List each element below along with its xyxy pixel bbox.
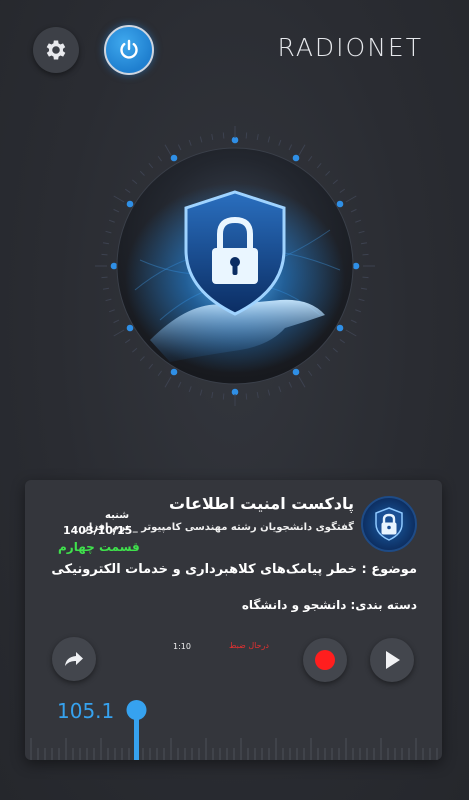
dial-tick [105,298,112,302]
dial-tick [113,208,120,213]
dial-tick [298,144,306,156]
power-icon [120,39,138,59]
dial-tick [345,195,357,203]
dial-tick [124,188,131,193]
shield-lock-hand-illustration [95,126,375,406]
dial-tick [102,287,110,290]
dial-tick [325,170,331,176]
dial-tick [350,208,357,213]
dial-tick [188,386,192,393]
dial-tick [360,287,368,290]
record-status: درحال ضبط [229,641,269,650]
dial-tick [113,195,125,203]
play-icon [386,651,400,669]
settings-button[interactable] [33,27,79,73]
dial-tick [345,329,357,337]
dial-tick [132,347,138,353]
app-root: RADIONET پادکست امنیت اطلاعات گفتگوی دان… [0,0,469,800]
dial-tick [199,136,203,143]
dial-tick [362,253,369,256]
dial-tick [199,389,203,396]
dial-tick [157,155,162,162]
dial-tick [355,219,362,223]
dial-tick [245,132,248,139]
dial-tick [278,139,282,146]
dial-tick [105,230,112,234]
dial-tick [245,393,248,400]
power-button[interactable] [104,25,154,75]
record-icon [315,650,335,670]
dial-tick [177,144,182,151]
dial-tick [139,170,145,176]
dial-tick [164,144,172,156]
dial-tick [350,319,357,324]
dial-tick [358,230,365,234]
dial-tick [124,339,131,344]
dial-tick [188,139,192,146]
dial-tick [148,163,154,169]
dial-tick [256,133,259,141]
dial-tick [316,163,322,169]
dial-tick [108,309,115,313]
dial-tick [211,391,214,399]
dial-tick [278,386,282,393]
dial-tick [101,276,108,279]
dial-tick [325,356,331,362]
podcast-date: 1403/10/15 [63,524,133,537]
dial-tick [267,136,271,143]
padlock-icon [375,507,403,541]
elapsed-time: 1:10 [173,642,191,651]
dial-tick [222,132,225,139]
dial-tick [113,329,125,337]
dial-tick [355,309,362,313]
dial-tick [339,339,346,344]
dial-tick [102,242,110,245]
app-logo: RADIONET [277,33,423,62]
dial-tick [108,219,115,223]
dial-tick [288,144,293,151]
dial-tick [316,363,322,369]
podcast-title: پادکست امنیت اطلاعات [169,494,354,513]
dial-tick [148,363,154,369]
dial-tick [157,370,162,377]
play-button[interactable] [370,638,414,682]
record-button[interactable] [303,638,347,682]
podcast-category: دسته بندی: دانشجو و دانشگاه [241,598,417,612]
dial-tick [308,155,313,162]
dial-tick [308,370,313,377]
podcast-episode: قسمت چهارم [58,540,140,554]
dial-tick [288,381,293,388]
dial-tick [113,319,120,324]
dial-tick [298,376,306,388]
dial-tick [360,242,368,245]
dial-tick [358,298,365,302]
dial-tick [177,381,182,388]
dial-tick [256,391,259,399]
dial-tick [267,389,271,396]
podcast-day: شنبه [105,510,130,521]
dial-tick [332,347,338,353]
tuner-dial[interactable] [25,692,442,760]
dial-tick [211,133,214,141]
dial-tick [332,179,338,185]
gear-icon [46,40,66,60]
podcast-card: پادکست امنیت اطلاعات گفتگوی دانشجویان رش… [25,480,442,760]
dial-tick [139,356,145,362]
podcast-thumbnail [361,496,417,552]
dial-tick [164,376,172,388]
share-button[interactable] [52,637,96,681]
tuner-knob[interactable] [126,700,147,720]
hero-illustration [40,100,430,440]
dial-tick [362,276,369,279]
dial-tick [339,188,346,193]
podcast-topic: موضوع : خطر پیامک‌های کلاهبرداری و خدمات… [51,562,417,577]
dial-tick [132,179,138,185]
share-icon [65,652,83,666]
dial-tick [222,393,225,400]
dial-tick [101,253,108,256]
